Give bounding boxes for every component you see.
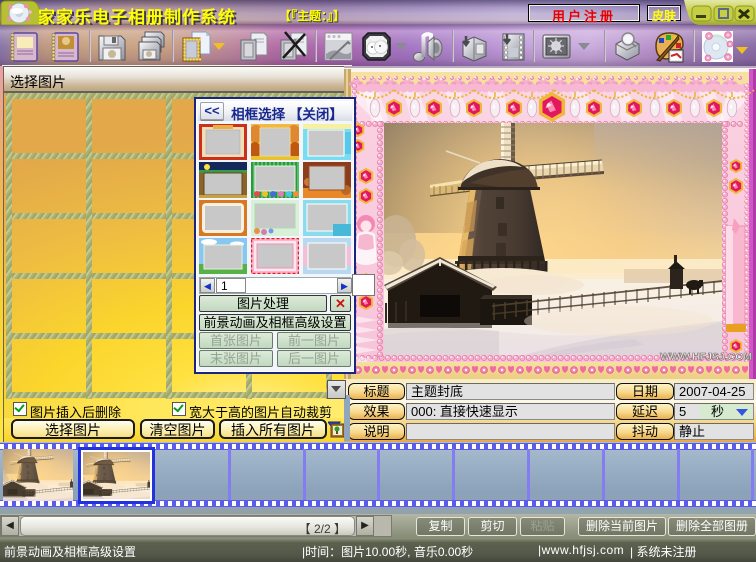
svg-text:WWW.HFJSJ.COM: WWW.HFJSJ.COM <box>660 351 752 363</box>
